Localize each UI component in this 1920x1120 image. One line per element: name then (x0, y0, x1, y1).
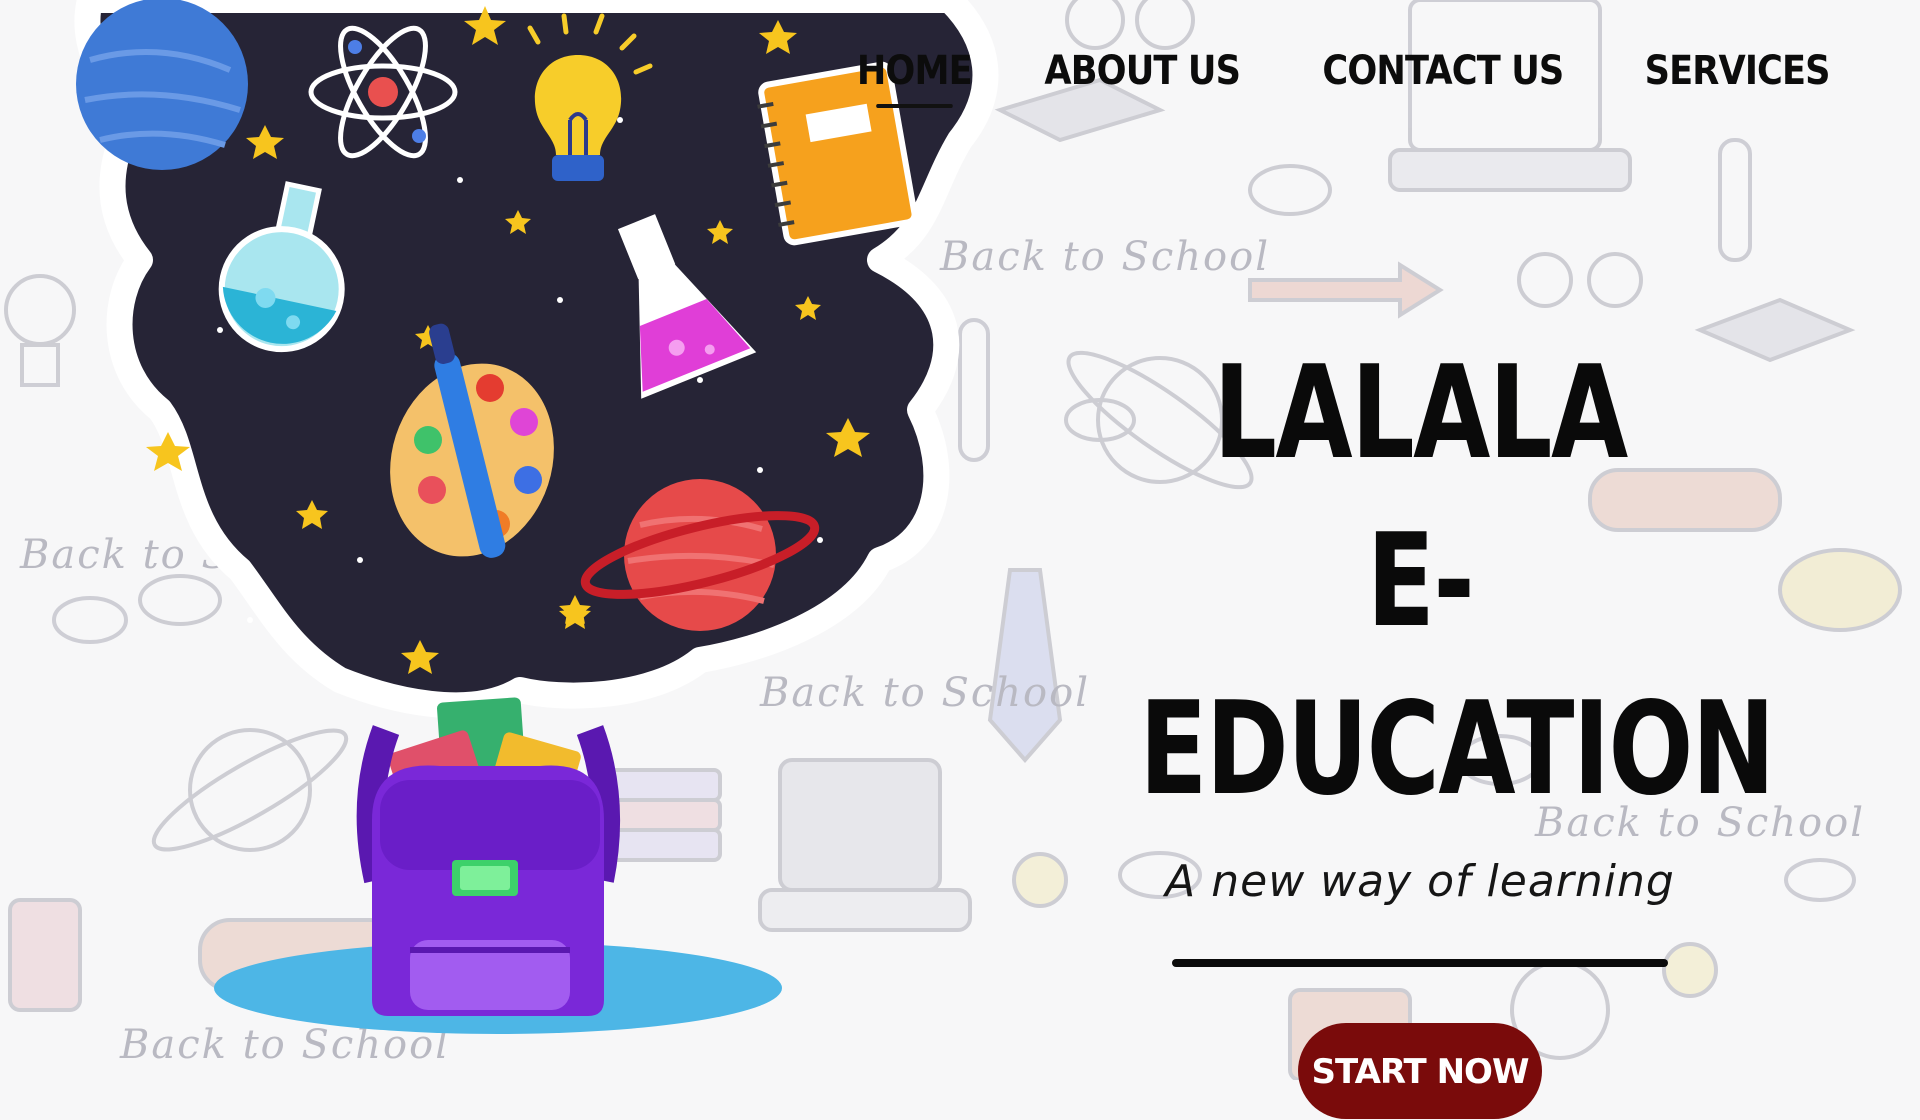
nav-services-link[interactable]: SERVICES (1644, 48, 1830, 94)
nav-home-link[interactable]: HOME (857, 48, 973, 108)
hero-title-line1: LALALA (1213, 339, 1628, 488)
start-now-button[interactable]: START NOW (1298, 1023, 1542, 1119)
planet-icon (76, 0, 248, 170)
backpack-icon (356, 697, 621, 1016)
hero-title: LALALA E-EDUCATION (1139, 330, 1775, 834)
main-nav: HOME ABOUT US CONTACT US SERVICES (849, 48, 1842, 108)
hero-divider (1172, 959, 1668, 967)
hero-title-line2: E-EDUCATION (1139, 507, 1775, 824)
nav-about-link[interactable]: ABOUT US (1045, 48, 1242, 94)
nav-contact-link[interactable]: CONTACT US (1322, 48, 1564, 94)
hero-tagline: A new way of learning (1165, 856, 1675, 907)
hero-section: LALALA E-EDUCATION A new way of learning… (1060, 330, 1780, 1119)
